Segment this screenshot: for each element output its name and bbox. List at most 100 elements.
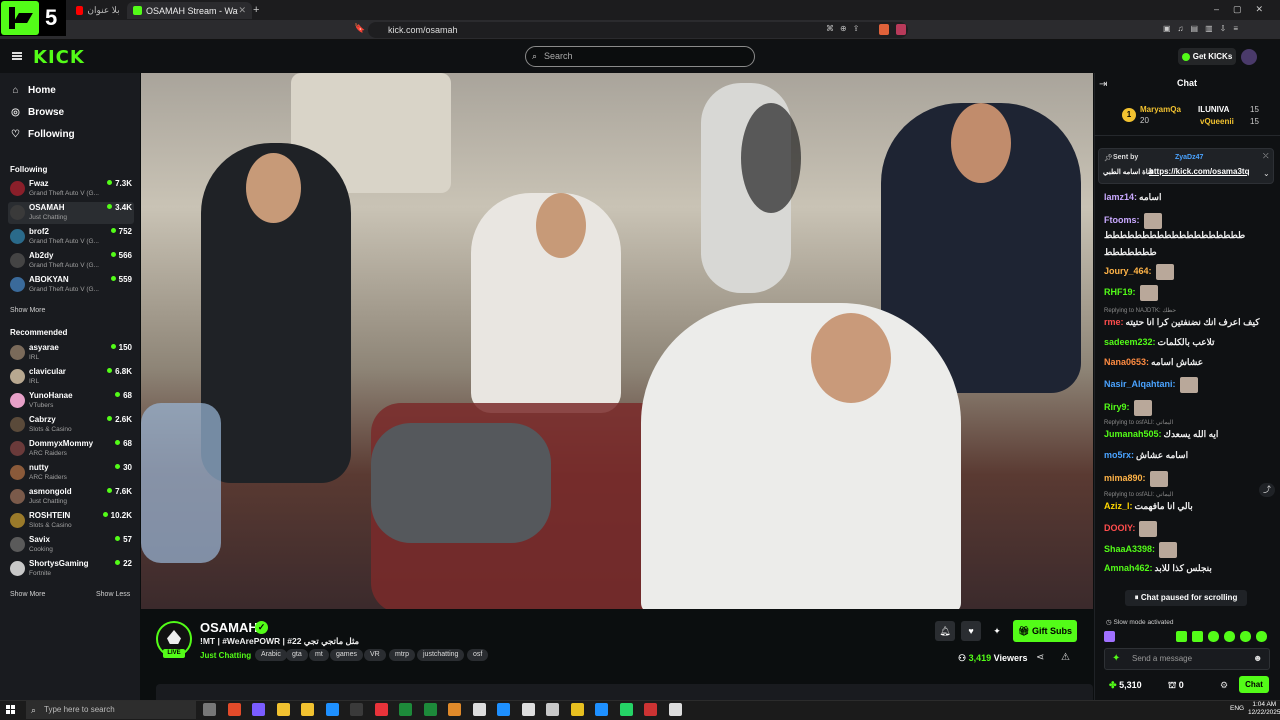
- tag-chip[interactable]: gta: [286, 649, 308, 661]
- chat-message[interactable]: Nana0653: عشاش اسامه: [1104, 357, 1272, 368]
- tag-chip[interactable]: justchatting: [417, 649, 465, 661]
- unpin-icon[interactable]: ⤫: [1263, 153, 1269, 161]
- search-input[interactable]: ⌕ Search: [525, 46, 755, 67]
- sidebar-channel-ab2dy[interactable]: Ab2dy Grand Theft Auto V (G... 566: [8, 250, 134, 272]
- sidebar-channel-nutty[interactable]: nutty ARC Raiders 30: [8, 462, 134, 484]
- taskbar-app-icon[interactable]: [252, 703, 265, 716]
- taskbar-app-icon[interactable]: [227, 703, 241, 716]
- pinned-link[interactable]: https://kick.com/osama3tq: [1149, 167, 1249, 176]
- taskbar-app-icon[interactable]: [374, 703, 388, 716]
- taskbar-app-icon[interactable]: [521, 703, 535, 716]
- chat-username[interactable]: Nana0653:: [1104, 357, 1149, 367]
- taskbar-app-icon[interactable]: [350, 703, 363, 716]
- kick-logo[interactable]: KICK: [33, 47, 85, 68]
- taskbar-app-icon[interactable]: [472, 703, 486, 716]
- chat-message[interactable]: ططططططط: [1104, 247, 1272, 258]
- tag-chip[interactable]: Arabic: [255, 649, 287, 661]
- tag-chip[interactable]: osf: [467, 649, 489, 661]
- follow-button[interactable]: ♥: [961, 621, 981, 641]
- chat-username[interactable]: Amnah462:: [1104, 563, 1153, 573]
- sidebar-channel-roshtein[interactable]: ROSHTEIN Slots & Casino 10.2K: [8, 510, 134, 532]
- kicks-sparkle-icon[interactable]: ✦: [1112, 653, 1120, 664]
- taskbar-app-icon[interactable]: [619, 703, 633, 716]
- taskbar-search[interactable]: ⌕ Type here to search: [26, 701, 196, 719]
- send-chat-button[interactable]: Chat: [1239, 676, 1269, 693]
- browser-tab-kick[interactable]: OSAMAH Stream - Watch Live ✕: [127, 2, 252, 19]
- taskbar-app-icon[interactable]: [644, 703, 657, 716]
- chat-message[interactable]: sadeem232: تلاعب بالكلمات: [1104, 337, 1272, 348]
- chat-paused-banner[interactable]: ⏸︎ Chat paused for scrolling: [1125, 590, 1247, 606]
- chat-message[interactable]: Ftooms:: [1104, 213, 1272, 229]
- chat-username[interactable]: sadeem232:: [1104, 337, 1156, 347]
- chat-username[interactable]: mo5rx:: [1104, 450, 1134, 460]
- notification-bell-button[interactable]: 🔔︎: [935, 621, 955, 641]
- sidebar-channel-abokyan[interactable]: ABOKYAN Grand Theft Auto V (G... 559: [8, 274, 134, 296]
- taskbar-app-icon[interactable]: [448, 703, 461, 716]
- channel-points[interactable]: ⛫ 0: [1168, 680, 1184, 692]
- chat-username[interactable]: Ftooms:: [1104, 215, 1140, 225]
- leader-name[interactable]: MaryamQa: [1140, 105, 1181, 114]
- sidebar-channel-shortysgaming[interactable]: ShortysGaming Fortnite 22: [8, 558, 134, 580]
- emote-icon[interactable]: [1224, 631, 1235, 642]
- taskbar-app-icon[interactable]: [203, 703, 216, 716]
- taskbar-app-icon[interactable]: [570, 703, 584, 716]
- emote-icon[interactable]: [1192, 631, 1203, 642]
- kicks-balance[interactable]: ✤ 5,310: [1109, 680, 1142, 691]
- taskbar-app-icon[interactable]: [668, 703, 682, 716]
- address-bar-actions[interactable]: ⌘⊕⇪: [826, 24, 865, 33]
- chat-message[interactable]: mo5rx: اسامه عشاش: [1104, 450, 1272, 461]
- video-player[interactable]: [141, 73, 1093, 609]
- taskbar-clock[interactable]: 1:04 AM 12/22/2025: [1248, 701, 1280, 717]
- sidebar-channel-dommyxmommy[interactable]: DommyxMommy ARC Raiders 68: [8, 438, 134, 460]
- chat-username[interactable]: lamz14:: [1104, 192, 1137, 202]
- chat-message[interactable]: RHF19:: [1104, 285, 1272, 301]
- chat-settings-icon[interactable]: ⚙: [1220, 680, 1228, 691]
- sidebar-channel-savix[interactable]: Savix Cooking 57: [8, 534, 134, 556]
- taskbar-app-icon[interactable]: [497, 703, 510, 716]
- taskbar-app-icon[interactable]: [595, 703, 608, 716]
- sidebar-channel-cabrzy[interactable]: Cabrzy Slots & Casino 2.6K: [8, 414, 134, 436]
- emote-icon[interactable]: [1176, 631, 1187, 642]
- new-tab-button[interactable]: +: [253, 4, 259, 16]
- emote-icon[interactable]: [1208, 631, 1219, 642]
- chat-message[interactable]: mima890:: [1104, 471, 1272, 487]
- show-less-button[interactable]: Show Less: [96, 591, 130, 598]
- user-avatar[interactable]: [1241, 49, 1257, 65]
- reply-context[interactable]: Replying to NAJDTK: حطك: [1104, 307, 1176, 314]
- chat-username[interactable]: rme:: [1104, 317, 1124, 327]
- close-tab-icon[interactable]: ✕: [238, 5, 246, 16]
- chat-message[interactable]: Nasir_Alqahtani:: [1104, 377, 1272, 393]
- sidebar-channel-brof2[interactable]: brof2 Grand Theft Auto V (G... 752: [8, 226, 134, 248]
- gift-subs-button[interactable]: 🎁︎ Gift Subs: [1013, 620, 1077, 642]
- chat-message[interactable]: Joury_464:: [1104, 264, 1272, 280]
- chat-message[interactable]: Amnah462: بنجلس كذا للابد: [1104, 563, 1272, 574]
- sidebar-channel-yunohanae[interactable]: YunoHanae VTubers 68: [8, 390, 134, 412]
- brave-shield-icon[interactable]: [879, 24, 889, 35]
- sidebar-channel-osamah[interactable]: OSAMAH Just Chatting 3.4K: [8, 202, 134, 224]
- stream-category[interactable]: Just Chatting: [200, 651, 251, 660]
- show-more-following-button[interactable]: Show More: [10, 307, 45, 314]
- chat-message[interactable]: Jumanah505: ايه الله يسعدك: [1104, 429, 1272, 440]
- chat-username[interactable]: mima890:: [1104, 473, 1146, 483]
- chat-username[interactable]: RHF19:: [1104, 287, 1136, 297]
- window-controls[interactable]: –▢✕: [1214, 4, 1277, 15]
- emote-icon[interactable]: [1240, 631, 1251, 642]
- tag-chip[interactable]: mt: [309, 649, 329, 661]
- kicks-sparkle-button[interactable]: ✦: [987, 621, 1007, 641]
- taskbar-app-icon[interactable]: [325, 703, 339, 716]
- brave-rewards-icon[interactable]: [896, 24, 906, 35]
- emote-icon[interactable]: [1256, 631, 1267, 642]
- show-more-button[interactable]: Show More: [10, 591, 45, 598]
- browser-toolbar-icons[interactable]: ▣♫▤▥⇩≡: [1163, 24, 1245, 33]
- taskbar-app-icon[interactable]: [423, 703, 437, 716]
- chat-username[interactable]: Riry9:: [1104, 402, 1130, 412]
- chat-username[interactable]: ShaaA3398:: [1104, 544, 1155, 554]
- chat-username[interactable]: Jumanah505:: [1104, 429, 1162, 439]
- browser-tab-youtube[interactable]: بلا عنوان - YouTube: [70, 2, 128, 19]
- bookmark-icon[interactable]: 🔖: [354, 23, 365, 33]
- sidebar-channel-fwaz[interactable]: Fwaz Grand Theft Auto V (G... 7.3K: [8, 178, 134, 200]
- reply-context[interactable]: Replying to osfALI: اليماتي: [1104, 491, 1173, 498]
- chat-message[interactable]: DOOIY:: [1104, 521, 1272, 537]
- pinned-sender[interactable]: ZyaDz47: [1175, 154, 1203, 161]
- pinned-message[interactable]: 📌︎ Sent by ZyaDz47 قناة اسامه الطبي http…: [1098, 148, 1274, 184]
